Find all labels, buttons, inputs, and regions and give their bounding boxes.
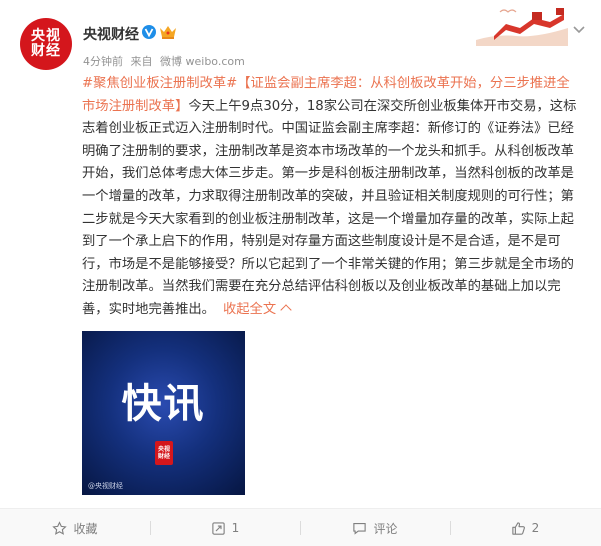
author-name[interactable]: 央视财经: [83, 24, 139, 44]
comment-button[interactable]: 评论: [300, 509, 450, 546]
cctv-finance-logo: 央视 财经: [155, 441, 173, 465]
post-text: #聚焦创业板注册制改革#【证监会副主席李超：从科创板改革开始，分三步推进全市场注…: [82, 73, 578, 322]
great-wall-decoration-icon: [476, 8, 568, 46]
thumbs-up-icon: [511, 521, 525, 535]
post-image[interactable]: 快讯 央视 财经 @央视财经: [82, 331, 245, 495]
member-crown-icon[interactable]: [159, 24, 177, 40]
comment-label: 评论: [373, 521, 398, 536]
like-count: 2: [531, 521, 540, 535]
collapse-button[interactable]: 收起全文: [222, 301, 292, 317]
verified-badge-icon[interactable]: [142, 25, 156, 39]
logo-text-line2: 财经: [157, 453, 170, 460]
post-time[interactable]: 4分钟前: [83, 55, 123, 68]
source-prefix: 来自: [130, 55, 153, 68]
favorite-button[interactable]: 收藏: [0, 509, 150, 546]
post-source[interactable]: 微博 weibo.com: [160, 55, 245, 68]
avatar-text-line2: 财经: [31, 43, 61, 59]
avatar[interactable]: 央视 财经: [20, 18, 72, 70]
image-watermark: @央视财经: [88, 482, 123, 490]
post-body: 今天上午9点30分，18家公司在深交所创业板集体开市交易，这标志着创业板正式迈入…: [82, 98, 577, 317]
repost-count: 1: [231, 521, 240, 535]
post-meta: 4分钟前 来自 微博 weibo.com: [83, 53, 249, 69]
chevron-up-icon: [280, 304, 292, 316]
favorite-label: 收藏: [73, 521, 98, 536]
repost-button[interactable]: 1: [150, 509, 300, 546]
repost-icon: [211, 521, 225, 535]
logo-text-line1: 央视: [157, 446, 170, 453]
image-headline: 快讯: [121, 381, 206, 427]
weibo-card: 央视 财经 央视财经 4分钟前 来自 微博 weibo.com #聚焦创业板注册…: [0, 0, 601, 546]
avatar-text-line1: 央视: [31, 28, 61, 44]
collapse-label: 收起全文: [222, 301, 277, 317]
action-bar: 收藏 1 评论 2: [0, 508, 601, 546]
comment-icon: [353, 522, 367, 535]
like-button[interactable]: 2: [450, 509, 600, 546]
hashtag-link[interactable]: #聚焦创业板注册制改革#: [82, 76, 237, 91]
chevron-down-icon[interactable]: [572, 25, 586, 35]
star-icon: [52, 520, 68, 535]
